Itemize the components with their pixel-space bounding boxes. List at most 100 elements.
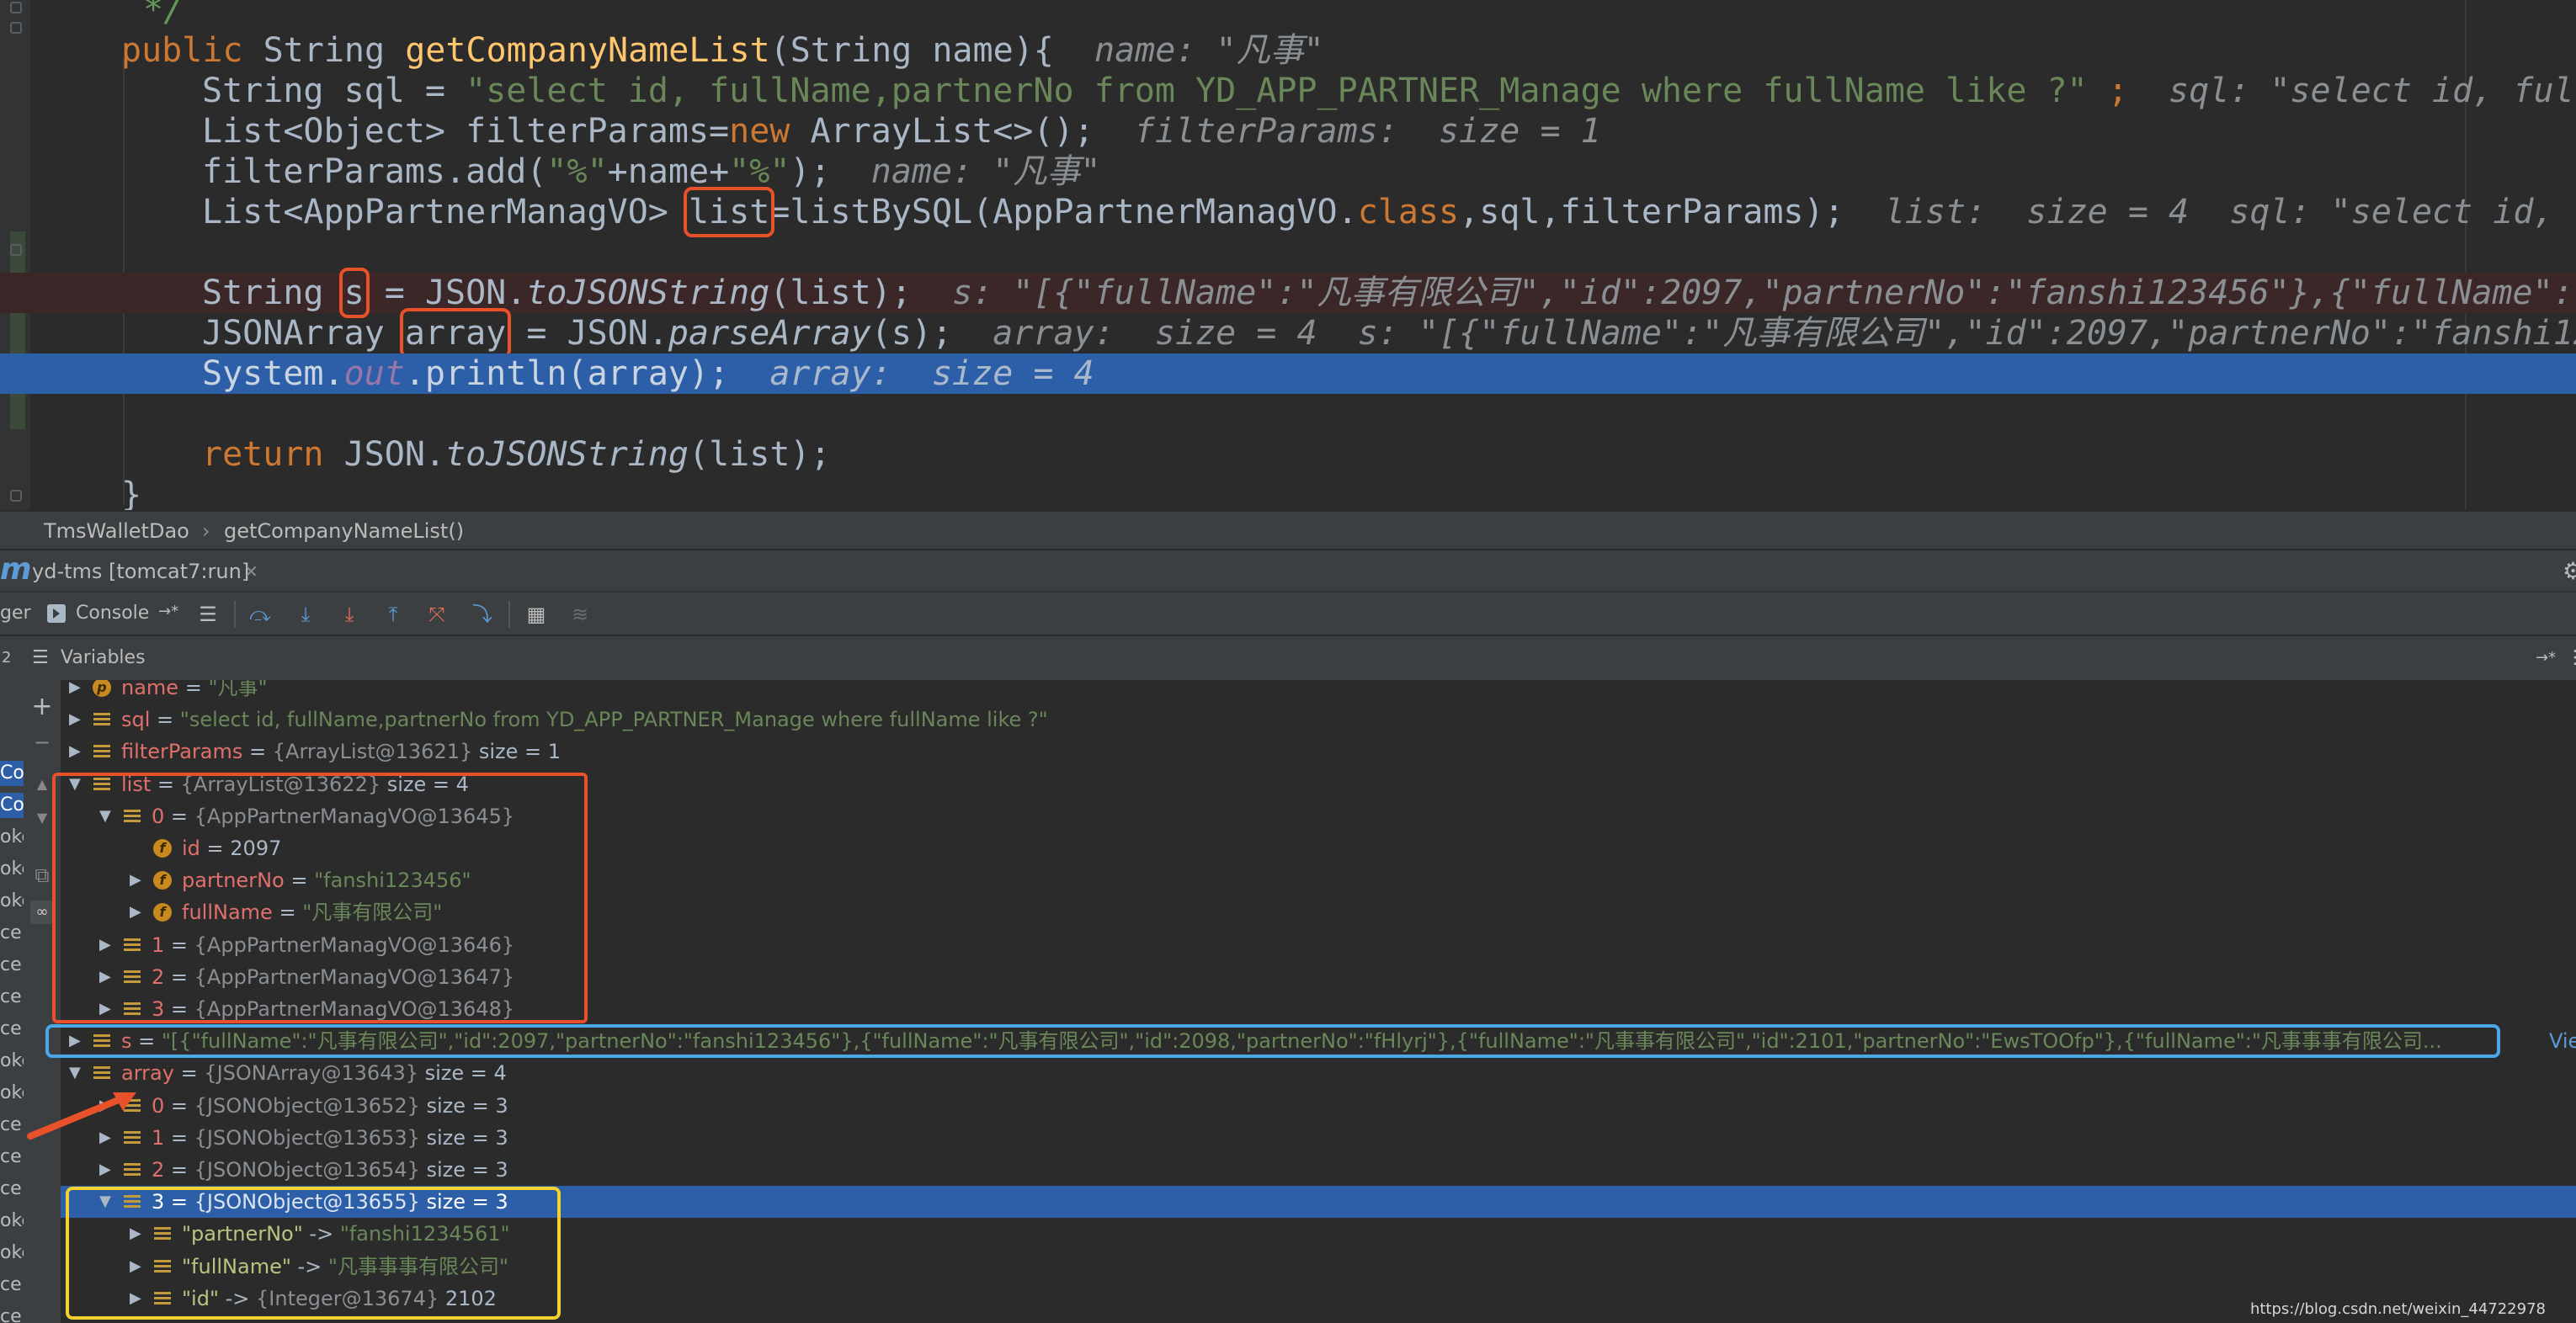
annotation-box-list xyxy=(52,773,588,1023)
highlighted-variable-s[interactable]: s xyxy=(338,268,370,318)
force-step-into-icon[interactable]: ⤓ xyxy=(337,603,362,626)
variable-type: {ArrayList@13621} xyxy=(272,740,473,764)
code-line-add[interactable]: filterParams.add("%"+name+"%"); name: "凡… xyxy=(0,151,2576,192)
maven-logo-icon: m xyxy=(0,552,32,587)
trace-stream-icon[interactable]: ≋ xyxy=(567,603,593,626)
pin-tab-icon[interactable]: →* xyxy=(158,603,178,620)
frames-list-icon[interactable]: ☰ xyxy=(195,603,221,626)
code-line-current-execution[interactable]: System.out.println(array); array: size =… xyxy=(0,353,2576,394)
variable-type: {JSONObject@13653} xyxy=(194,1125,420,1150)
variable-row[interactable]: ▼ array = {JSONArray@13643} size = 4 xyxy=(61,1057,2576,1089)
variable-text: 2 = {JSONObject@13654} size = 3 xyxy=(152,1158,508,1182)
code-line-sql[interactable]: String sql = "select id, fullName,partne… xyxy=(0,71,2576,111)
frame-item[interactable]: ce xyxy=(0,1145,24,1170)
frames-list[interactable]: Co Co oke oke oke ce ce ce ce oke oke ce ce ce oke oke c… xyxy=(0,680,24,1323)
move-up-icon[interactable]: ▲ xyxy=(30,773,54,796)
frame-item[interactable]: ce xyxy=(0,1273,24,1298)
code-line-method-signature[interactable]: public String getCompanyNameList(String … xyxy=(0,30,2576,71)
variable-text: sql = "select id, fullName,partnerNo fro… xyxy=(121,708,1048,732)
code-editor[interactable]: */ public String getCompanyNameList(Stri… xyxy=(0,0,2576,510)
field-icon: p xyxy=(93,680,111,697)
variable-text: name = "凡事" xyxy=(121,680,268,704)
variable-row[interactable]: ▶ 1 = {JSONObject@13653} size = 3 xyxy=(61,1122,2576,1154)
close-tab-icon[interactable]: ✕ xyxy=(244,550,258,592)
variable-row[interactable]: ▶ filterParams = {ArrayList@13621} size =… xyxy=(61,736,2576,768)
code-line-list[interactable]: List<AppPartnerManagVO> list=listBySQL(A… xyxy=(0,187,2576,237)
tab-console[interactable]: Console xyxy=(76,603,149,624)
code-text: ,sql,filterParams); xyxy=(1459,193,1844,231)
frame-item[interactable]: Co xyxy=(0,761,24,786)
annotation-box-s xyxy=(45,1024,2500,1058)
code-line-array[interactable]: JSONArray array = JSON.parseArray(s); ar… xyxy=(0,308,2576,359)
code-line-filterparams[interactable]: List<Object> filterParams=new ArrayList<… xyxy=(0,111,2576,151)
variable-text: 1 = {JSONObject@13653} size = 3 xyxy=(152,1125,508,1150)
highlighted-variable-array[interactable]: array xyxy=(399,308,512,359)
code-text: JSONArray xyxy=(202,314,405,353)
evaluate-expression-icon[interactable]: ▦ xyxy=(524,603,549,626)
frame-item[interactable]: ce xyxy=(0,985,24,1010)
new-watch-icon[interactable]: + xyxy=(30,694,54,720)
expand-arrow-icon[interactable]: ▶ xyxy=(69,736,81,768)
inline-debug-hint: name: "凡事" xyxy=(870,152,1101,191)
collapse-arrow-icon[interactable]: ▼ xyxy=(69,1057,81,1089)
breadcrumb-file[interactable]: TmsWalletDao xyxy=(44,512,189,550)
variable-row[interactable]: ▶ p name = "凡事" xyxy=(61,680,2576,704)
remove-watch-icon[interactable]: − xyxy=(30,731,54,754)
drop-frame-icon[interactable]: ⤧ xyxy=(424,603,450,626)
expand-arrow-icon[interactable]: ▶ xyxy=(99,1154,111,1186)
code-line-comment-end[interactable]: */ xyxy=(0,0,2576,30)
frame-item[interactable]: oke xyxy=(0,1241,24,1266)
frame-item[interactable]: oke xyxy=(0,825,24,850)
pin-icon[interactable]: →* xyxy=(2536,636,2556,680)
breadcrumb-method[interactable]: getCompanyNameList() xyxy=(224,512,464,550)
variable-row[interactable]: ▶0 = {JSONObject@13652} size = 3 xyxy=(61,1090,2576,1122)
step-into-icon[interactable]: ⤓ xyxy=(293,603,318,626)
debug-session-tab[interactable]: yd-tms [tomcat7:run] xyxy=(32,550,249,592)
annotation-box-item-3 xyxy=(66,1187,561,1320)
code-text: List<AppPartnerManagVO> xyxy=(202,193,689,231)
variable-extra: size = 3 xyxy=(419,1125,508,1150)
variable-extra: size = 4 xyxy=(418,1061,507,1086)
frame-item[interactable]: ce xyxy=(0,1113,24,1138)
variable-row[interactable]: ▶ 2 = {JSONObject@13654} size = 3 xyxy=(61,1154,2576,1186)
copy-icon[interactable]: ⧉ xyxy=(30,863,54,887)
variable-name: filterParams xyxy=(121,740,243,764)
method-params: (String name){ xyxy=(769,31,1054,70)
more-options-icon[interactable]: ⋮ xyxy=(2566,636,2576,680)
method-call: toJSONString xyxy=(445,435,689,474)
code-text: String sql = xyxy=(202,72,466,110)
frame-item[interactable]: oke xyxy=(0,1049,24,1074)
fold-marker-icon[interactable] xyxy=(10,244,22,256)
frame-item[interactable]: Co xyxy=(0,793,24,818)
code-text: filterParams.add( xyxy=(202,152,547,191)
frame-item[interactable]: ce xyxy=(0,953,24,978)
variable-name: 2 xyxy=(152,1158,165,1182)
frame-item[interactable]: oke xyxy=(0,857,24,882)
frame-item[interactable]: oke xyxy=(0,1209,24,1234)
frame-item[interactable]: oke xyxy=(0,889,24,914)
expand-arrow-icon[interactable]: ▶ xyxy=(69,680,81,704)
step-out-icon[interactable]: ⤒ xyxy=(381,603,406,626)
gear-icon[interactable]: ⚙ xyxy=(2563,550,2576,592)
code-line-return[interactable]: return JSON.toJSONString(list); xyxy=(0,434,2576,475)
highlighted-variable-list[interactable]: list xyxy=(683,187,775,237)
frame-item[interactable]: ce xyxy=(0,921,24,946)
expand-arrow-icon[interactable]: ▶ xyxy=(69,704,81,736)
glasses-icon[interactable]: ∞ xyxy=(30,901,54,924)
tab-debugger[interactable]: ger xyxy=(0,603,31,624)
variable-text: filterParams = {ArrayList@13621} size = … xyxy=(121,740,562,764)
frame-item[interactable]: ce xyxy=(0,1304,24,1323)
frame-item[interactable]: ce xyxy=(0,1177,24,1202)
run-to-cursor-icon[interactable]: ⤵ xyxy=(470,603,495,626)
view-link[interactable]: View xyxy=(2549,1025,2576,1057)
variable-text: array = {JSONArray@13643} size = 4 xyxy=(121,1061,507,1086)
variable-row[interactable]: ▶ sql = "select id, fullName,partnerNo fr… xyxy=(61,704,2576,736)
move-down-icon[interactable]: ▼ xyxy=(30,806,54,830)
object-icon xyxy=(93,710,111,729)
step-over-icon[interactable]: ⤼ xyxy=(247,603,273,626)
frame-item[interactable]: oke xyxy=(0,1081,24,1106)
code-line-close[interactable]: } xyxy=(0,475,2576,510)
frame-item[interactable]: ce xyxy=(0,1017,24,1042)
code-line-s[interactable]: String s = JSON.toJSONString(list); s: "… xyxy=(0,268,2576,318)
breadcrumb-separator: › xyxy=(202,519,210,543)
